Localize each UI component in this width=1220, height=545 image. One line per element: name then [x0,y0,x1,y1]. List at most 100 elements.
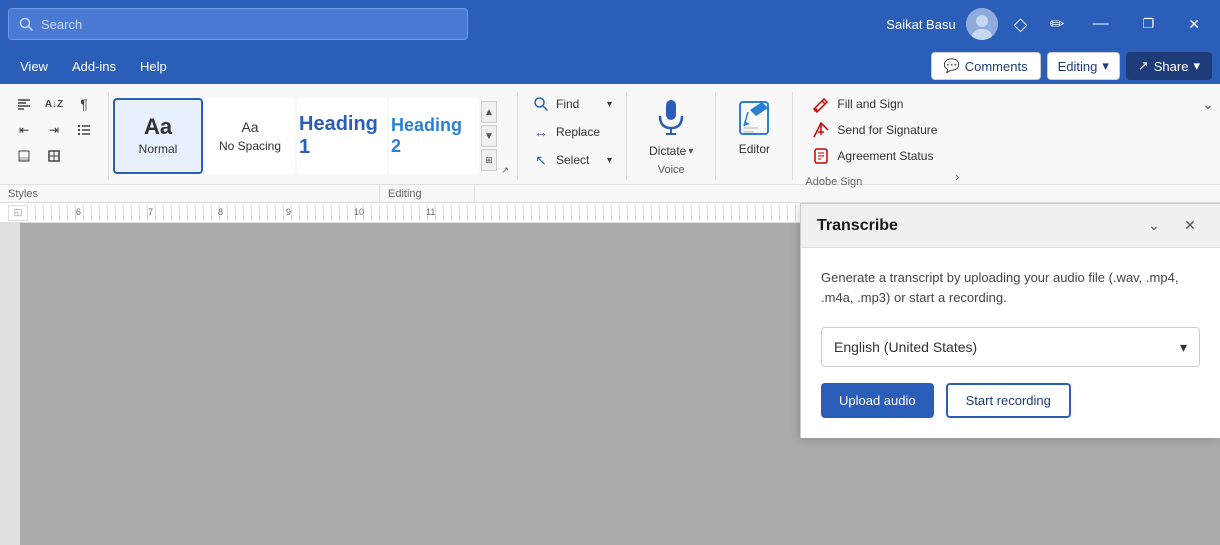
style-nospacing[interactable]: Aa No Spacing [205,98,295,174]
comments-button[interactable]: 💬 Comments [931,52,1041,80]
list-svg [77,123,91,137]
transcribe-close-button[interactable]: ✕ [1176,212,1204,240]
editing-section-label: Editing [380,185,475,202]
agreement-status-button[interactable]: Agreement Status [805,144,959,168]
dictate-label: Dictate [649,144,686,158]
ruler-corner-icon[interactable]: ◱ [8,205,28,221]
close-button[interactable]: ✕ [1176,0,1212,48]
ruler-num-10: 10 [354,207,364,217]
paragraph-mark-icon[interactable]: ¶ [70,92,98,116]
replace-icon: ↔ [532,123,550,141]
transcribe-description: Generate a transcript by uploading your … [821,268,1200,307]
shading-icon[interactable] [10,144,38,168]
pen-tool-icon[interactable]: ✏ [1044,10,1071,39]
comment-icon: 💬 [944,58,960,74]
transcribe-minimize-button[interactable]: ⌄ [1140,212,1168,240]
styles-section-label: Styles [0,185,380,202]
divider-2 [517,92,518,180]
share-chevron-icon: ▾ [1193,58,1200,74]
styles-section: Aa Normal Aa No Spacing Heading 1 Headin… [113,88,513,184]
replace-button[interactable]: ↔ Replace [528,120,616,144]
ruler-num-11: 11 [426,207,435,217]
menu-item-view[interactable]: View [8,55,60,78]
find-label: Find [556,97,579,111]
increase-indent-icon[interactable]: ⇥ [40,118,68,142]
menu-bar-right: 💬 Comments Editing ▾ ↗ Share ▾ [931,52,1212,80]
title-bar: Search Saikat Basu ◇ ✏ — ❐ ✕ [0,0,1220,48]
language-selector[interactable]: English (United States) ▾ [821,327,1200,367]
upload-audio-button[interactable]: Upload audio [821,383,934,418]
divider-3 [626,92,627,180]
avatar[interactable] [966,8,998,40]
transcribe-header: Transcribe ⌄ ✕ [801,204,1220,248]
language-value: English (United States) [834,339,977,355]
editing-label: Editing [1058,59,1098,74]
avatar-image [966,8,998,40]
style-normal[interactable]: Aa Normal [113,98,203,174]
fill-and-sign-button[interactable]: Fill and Sign [805,92,959,116]
styles-corner-icon[interactable]: ↗ [497,162,513,178]
ribbon-collapse-area: ⌄ [1196,88,1220,184]
ribbon-collapse-button[interactable]: ⌄ [1196,92,1220,116]
format-row-3 [10,144,98,168]
transcribe-close-icon: ✕ [1184,217,1196,234]
editor-button[interactable]: Editor [728,92,780,160]
editor-label: Editor [739,142,770,156]
find-button[interactable]: Find ▾ [528,92,616,116]
styles-expand[interactable]: ⊞ [481,149,497,171]
transcribe-panel: Transcribe ⌄ ✕ Generate a transcript by … [800,203,1220,438]
styles-scroll: ▲ ▼ ⊞ [481,101,497,171]
language-chevron-icon: ▾ [1180,339,1187,356]
voice-section-label: Voice [658,164,685,180]
sort-az-icon[interactable]: A↓Z [40,92,68,116]
transcribe-actions: Upload audio Start recording [821,383,1200,418]
transcribe-title: Transcribe [817,217,1132,235]
divider-1 [108,92,109,180]
styles-scroll-down[interactable]: ▼ [481,125,497,147]
fill-sign-svg [812,95,830,113]
ruler-num-6: 6 [76,207,81,217]
menu-item-help[interactable]: Help [128,55,179,78]
editing-chevron-icon: ▾ [1102,58,1109,74]
restore-button[interactable]: ❐ [1131,0,1167,48]
agreement-status-label: Agreement Status [837,149,933,163]
style-heading1[interactable]: Heading 1 Heading 1 [297,98,387,174]
format-row-2: ⇤ ⇥ [10,118,98,142]
send-signature-icon [811,120,831,140]
minimize-button[interactable]: — [1081,0,1121,48]
styles-list: Aa Normal Aa No Spacing Heading 1 Headin… [113,93,479,179]
borders-svg [47,149,61,163]
styles-scroll-up[interactable]: ▲ [481,101,497,123]
style-heading2[interactable]: Heading 2 Heading 2 [389,98,479,174]
ribbon-section-labels: Styles Editing [0,184,1220,202]
ruler-num-8: 8 [218,207,223,217]
dictate-button[interactable]: Dictate ▾ [641,92,701,162]
paragraph-format-section: A↓Z ¶ ⇤ ⇥ [8,88,104,184]
menu-item-addins[interactable]: Add-ins [60,55,128,78]
list-icon[interactable] [70,118,98,142]
voice-section: Dictate ▾ Voice [631,88,711,184]
borders-icon[interactable] [40,144,68,168]
transcribe-body: Generate a transcript by uploading your … [801,248,1220,438]
editing-button[interactable]: Editing ▾ [1047,52,1120,80]
send-sig-svg [812,121,830,139]
adobe-sign-section-label: Adobe Sign [805,176,862,188]
adobe-sign-expand[interactable]: › [955,170,959,188]
align-left-icon[interactable] [10,92,38,116]
decrease-indent-icon[interactable]: ⇤ [10,118,38,142]
search-placeholder: Search [41,17,82,32]
user-name: Saikat Basu [886,17,955,32]
send-for-signature-button[interactable]: Send for Signature [805,118,959,142]
start-recording-button[interactable]: Start recording [946,383,1071,418]
search-box[interactable]: Search [8,8,468,40]
search-icon [19,17,33,31]
mic-icon [653,96,689,140]
adobe-sign-section: Fill and Sign Send for Signature [797,88,967,184]
select-button[interactable]: ↖ Select ▾ [528,148,616,172]
agreement-svg [812,147,830,165]
share-button[interactable]: ↗ Share ▾ [1126,52,1212,80]
editing-label-text: Editing [388,188,422,200]
divider-5 [792,92,793,180]
find-icon [532,95,550,113]
diamond-icon[interactable]: ◇ [1008,10,1034,39]
